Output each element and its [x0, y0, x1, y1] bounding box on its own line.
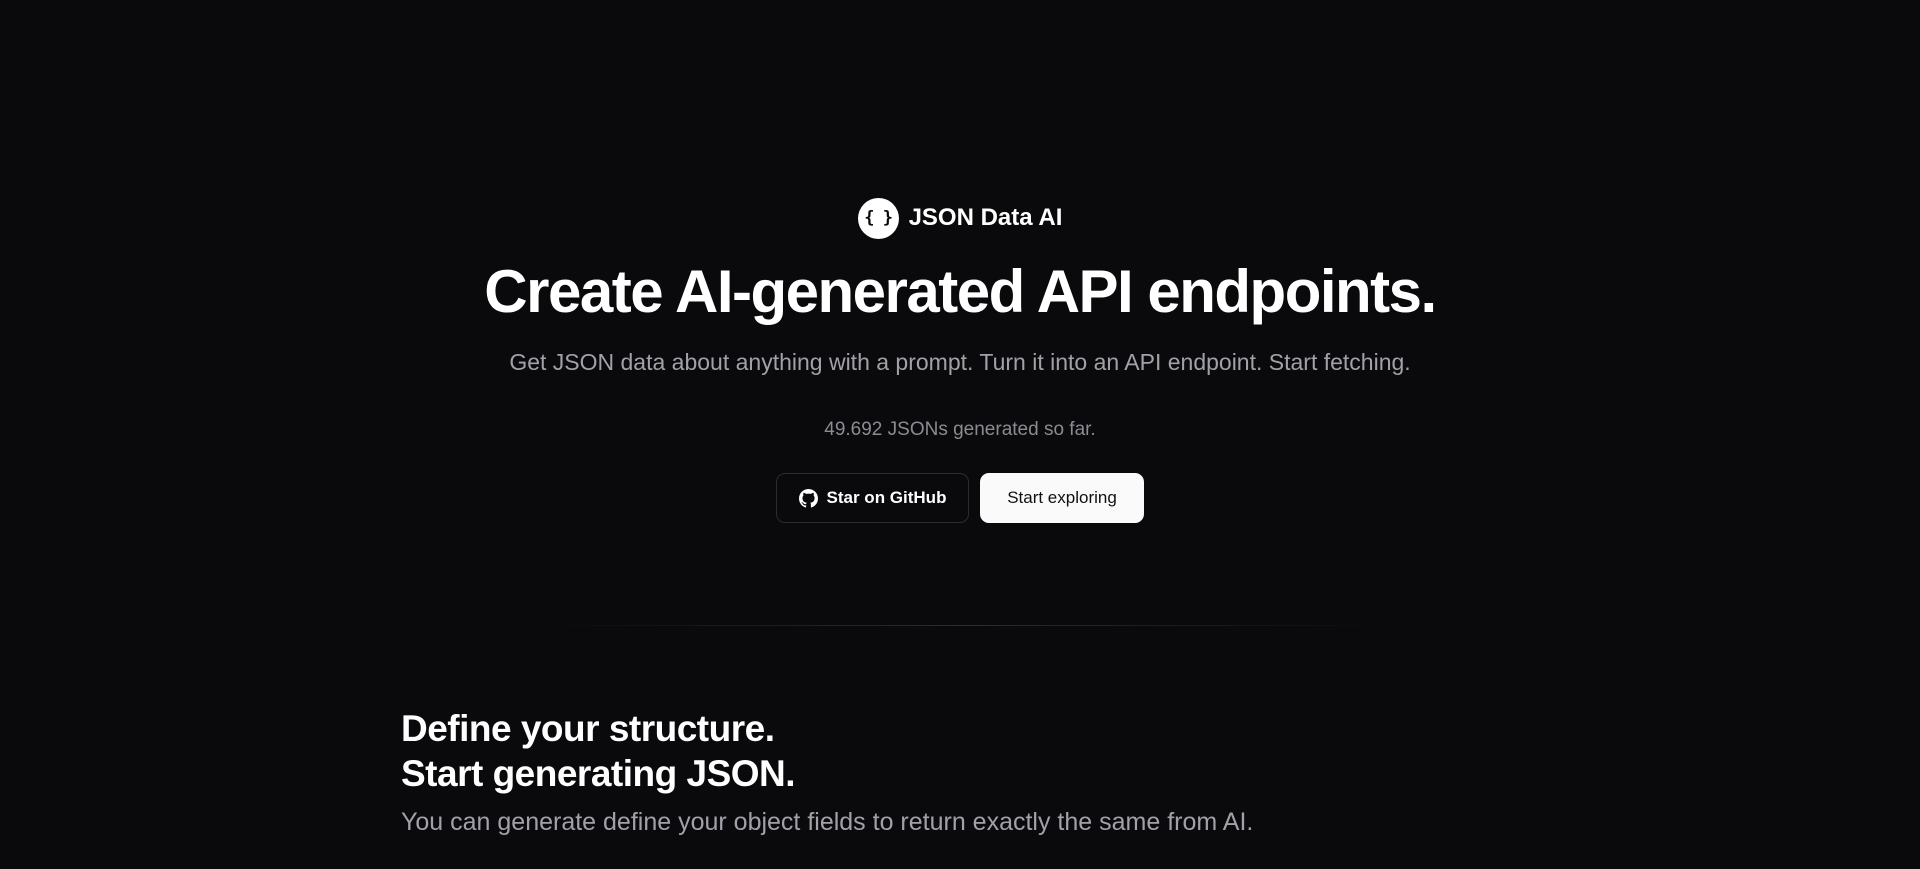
cta-buttons: Star on GitHub Start exploring [776, 473, 1144, 523]
page-title: Create AI-generated API endpoints. [484, 258, 1437, 325]
feature-title-line-2: Start generating JSON. [401, 753, 796, 794]
brand[interactable]: { } JSON Data AI [857, 196, 1063, 240]
landing-page: { } JSON Data AI Create AI-generated API… [0, 0, 1920, 869]
section-divider [540, 625, 1390, 626]
feature-description: You can generate define your object fiel… [401, 808, 1254, 836]
feature-title-line-1: Define your structure. [401, 708, 775, 749]
hero-section: { } JSON Data AI Create AI-generated API… [0, 196, 1920, 523]
star-on-github-button[interactable]: Star on GitHub [776, 473, 969, 523]
start-exploring-button[interactable]: Start exploring [980, 473, 1144, 523]
generation-counter: 49.692 JSONs generated so far. [824, 419, 1096, 440]
github-icon [798, 488, 818, 508]
brand-name: JSON Data AI [908, 204, 1063, 231]
feature-section: Define your structure. Start generating … [401, 706, 1253, 838]
curly-braces-icon: { } [857, 197, 899, 239]
hero-subtitle: Get JSON data about anything with a prom… [509, 349, 1411, 375]
feature-title: Define your structure. Start generating … [401, 706, 1253, 796]
github-button-label: Star on GitHub [826, 488, 947, 507]
